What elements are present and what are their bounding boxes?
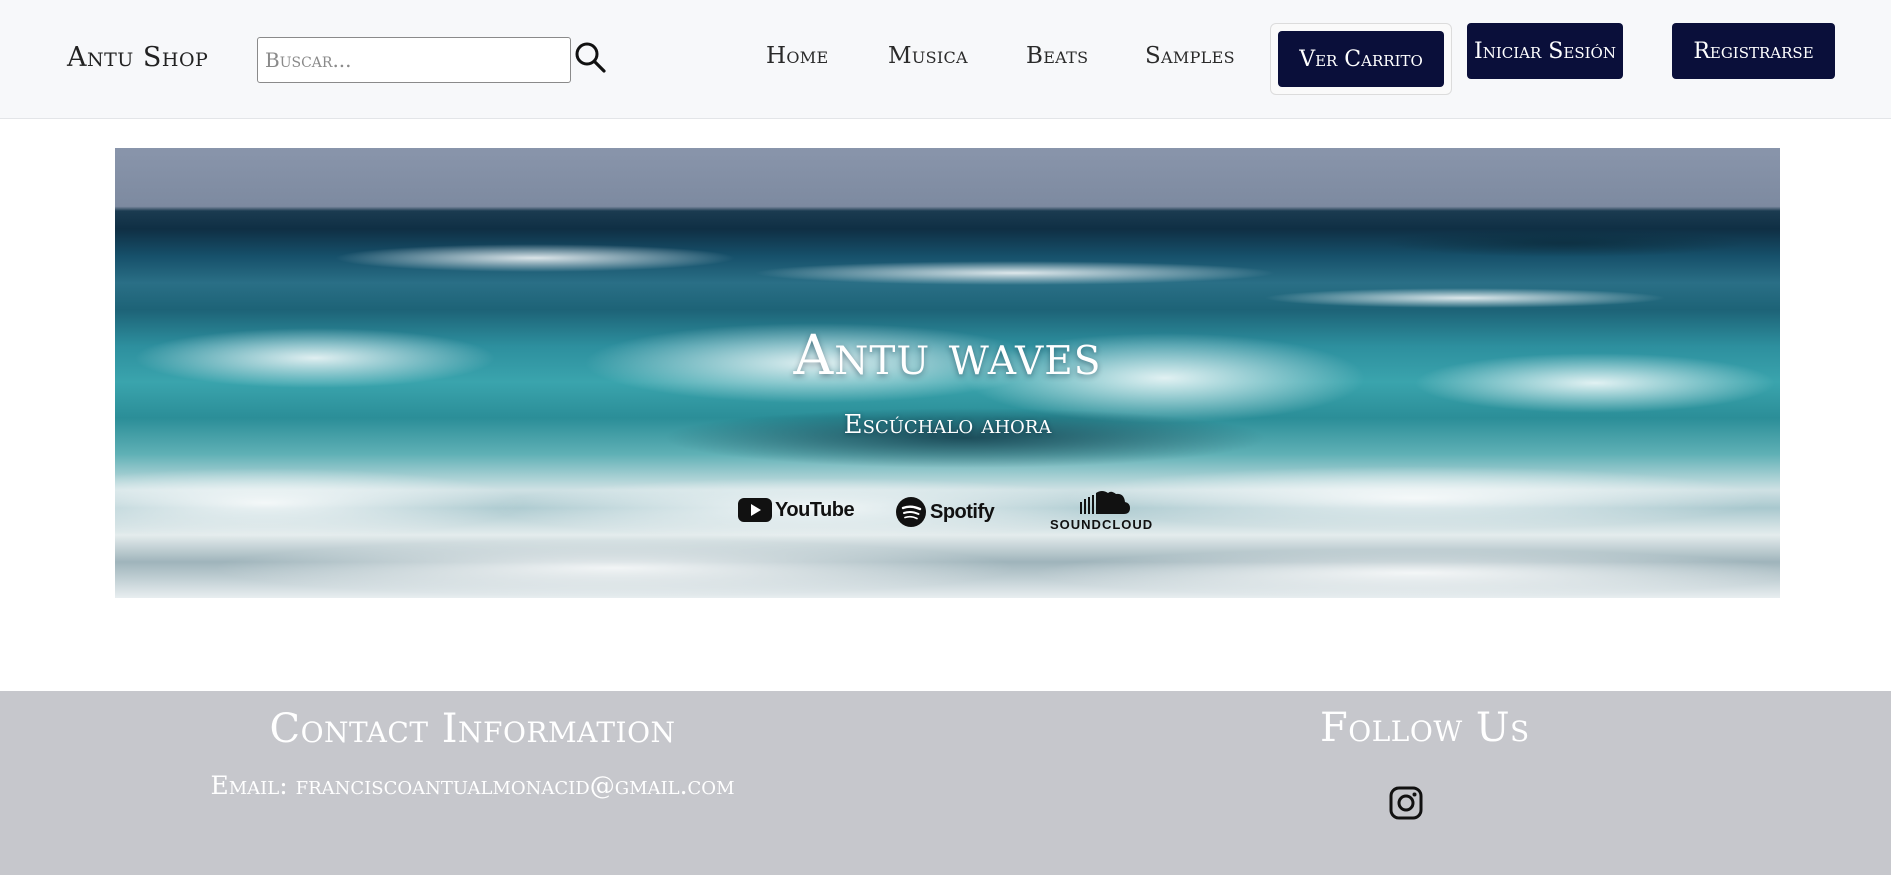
follow-us-title: Follow Us xyxy=(1320,705,1530,751)
soundcloud-link[interactable]: SOUNDCLOUD xyxy=(1050,488,1153,532)
hero-banner: Antu waves Escúchalo ahora YouTube Spoti… xyxy=(115,148,1780,598)
youtube-label: YouTube xyxy=(775,498,855,521)
brand-logo[interactable]: Antu Shop xyxy=(67,42,208,73)
footer: Contact Information Email: franciscoantu… xyxy=(0,691,1891,875)
nav-link-musica[interactable]: Musica xyxy=(888,43,968,69)
view-cart-button[interactable]: Ver Carrito xyxy=(1278,31,1444,87)
nav-link-home[interactable]: Home xyxy=(766,43,828,69)
spotify-label: Spotify xyxy=(930,500,995,523)
nav-link-beats[interactable]: Beats xyxy=(1026,43,1088,69)
spotify-link[interactable]: Spotify xyxy=(895,496,995,528)
register-button[interactable]: Registrarse xyxy=(1672,23,1835,79)
contact-title: Contact Information xyxy=(269,706,676,752)
nav-link-samples[interactable]: Samples xyxy=(1145,43,1235,69)
contact-email: Email: franciscoantualmonacid@gmail.com xyxy=(210,771,735,800)
hero-title: Antu waves xyxy=(793,323,1102,387)
navbar: Antu Shop Home Musica Beats Samples Ver … xyxy=(0,0,1891,119)
soundcloud-label: SOUNDCLOUD xyxy=(1050,517,1154,532)
search-icon[interactable] xyxy=(574,41,606,73)
search-input[interactable] xyxy=(257,37,571,83)
instagram-icon[interactable] xyxy=(1389,786,1423,820)
login-button[interactable]: Iniciar Sesión xyxy=(1467,23,1623,79)
youtube-icon xyxy=(738,498,772,522)
spotify-icon xyxy=(896,497,926,527)
hero-subtitle: Escúchalo ahora xyxy=(843,410,1052,440)
youtube-link[interactable]: YouTube xyxy=(738,498,855,522)
soundcloud-icon xyxy=(1079,491,1130,514)
